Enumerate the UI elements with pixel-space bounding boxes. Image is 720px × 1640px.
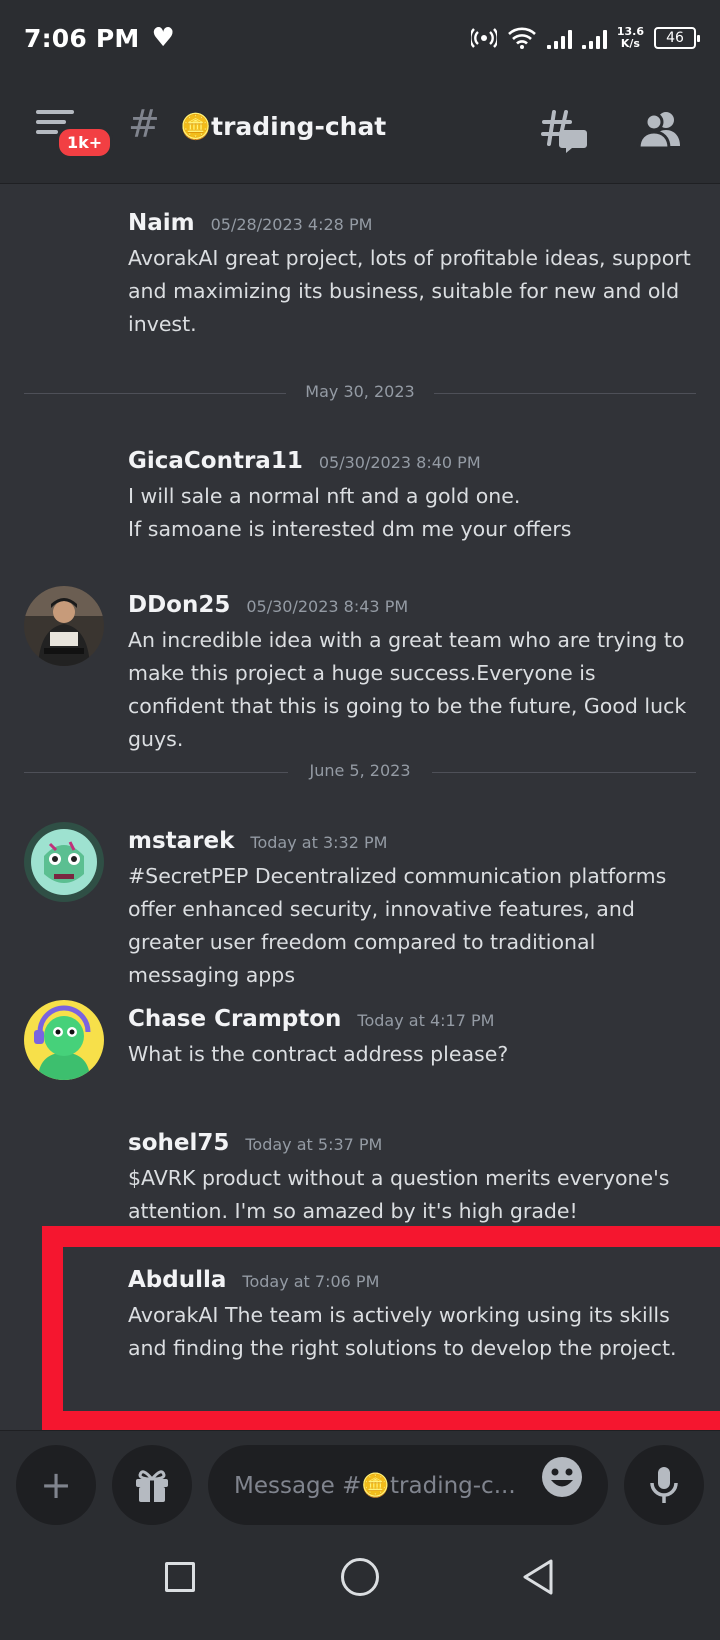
timestamp: 05/30/2023 8:43 PM bbox=[246, 597, 409, 616]
channel-name: trading-chat bbox=[211, 112, 387, 141]
timestamp: 05/28/2023 4:28 PM bbox=[210, 215, 373, 234]
message-header: GicaContra11 05/30/2023 8:40 PM bbox=[128, 448, 481, 474]
home-icon[interactable] bbox=[341, 1558, 379, 1596]
author-name[interactable]: Chase Crampton bbox=[128, 1006, 341, 1032]
message-text: AvorakAI great project, lots of profitab… bbox=[128, 246, 691, 336]
channel-title[interactable]: 🪙trading-chat bbox=[180, 112, 386, 142]
timestamp: Today at 5:37 PM bbox=[245, 1135, 383, 1154]
signal-icon-2 bbox=[581, 27, 607, 49]
message-input-placeholder: Message #🪙trading-c... bbox=[234, 1472, 516, 1499]
message-header: Naim 05/28/2023 4:28 PM bbox=[128, 210, 372, 236]
mic-icon[interactable] bbox=[624, 1445, 704, 1525]
avatar[interactable] bbox=[24, 822, 104, 902]
recents-icon[interactable] bbox=[165, 1562, 195, 1592]
timestamp: 05/30/2023 8:40 PM bbox=[318, 453, 481, 472]
hash-icon: # bbox=[128, 102, 160, 146]
status-bar: 7:06 PM ♥ 13.6 K/s 46 bbox=[0, 0, 720, 76]
message-text: $AVRK product without a question merits … bbox=[128, 1166, 670, 1223]
back-icon[interactable] bbox=[520, 1558, 556, 1596]
author-name[interactable]: Naim bbox=[128, 210, 195, 236]
author-name[interactable]: DDon25 bbox=[128, 592, 230, 618]
members-icon[interactable] bbox=[636, 106, 684, 154]
message-header: Chase Crampton Today at 4:17 PM bbox=[128, 1006, 494, 1032]
hotspot-icon bbox=[470, 28, 497, 48]
channel-emoji: 🪙 bbox=[180, 112, 212, 141]
notification-badge: 1k+ bbox=[56, 126, 114, 159]
battery-icon: 46 bbox=[654, 27, 700, 49]
message-line: If samoane is interested dm me your offe… bbox=[128, 517, 572, 541]
emoji-icon[interactable] bbox=[540, 1455, 584, 1499]
timestamp: Today at 4:17 PM bbox=[357, 1011, 495, 1030]
date-divider-label: May 30, 2023 bbox=[305, 382, 415, 401]
gift-icon[interactable] bbox=[112, 1445, 192, 1525]
message-text: An incredible idea with a great team who… bbox=[128, 628, 687, 751]
date-divider: May 30, 2023 bbox=[24, 378, 696, 408]
message-line: I will sale a normal nft and a gold one. bbox=[128, 484, 521, 508]
message-header: sohel75 Today at 5:37 PM bbox=[128, 1130, 382, 1156]
threads-icon[interactable] bbox=[540, 106, 588, 154]
message-text: #SecretPEP Decentralized communication p… bbox=[128, 864, 667, 987]
timestamp: Today at 3:32 PM bbox=[250, 833, 388, 852]
message-header: mstarek Today at 3:32 PM bbox=[128, 828, 387, 854]
speed-unit: K/s bbox=[620, 37, 640, 50]
system-nav-bar bbox=[0, 1530, 720, 1640]
author-name[interactable]: mstarek bbox=[128, 828, 234, 854]
message-header: DDon25 05/30/2023 8:43 PM bbox=[128, 592, 408, 618]
plus-icon[interactable]: + bbox=[16, 1445, 96, 1525]
wifi-icon bbox=[507, 27, 536, 49]
channel-header: 1k+ # 🪙trading-chat bbox=[0, 76, 720, 184]
message-text: What is the contract address please? bbox=[128, 1042, 509, 1066]
avatar[interactable] bbox=[24, 1000, 104, 1080]
message-composer: + Message #🪙trading-c... bbox=[0, 1430, 720, 1530]
network-speed: 13.6 K/s bbox=[617, 26, 644, 50]
battery-level: 46 bbox=[666, 30, 684, 46]
clock: 7:06 PM bbox=[24, 23, 140, 53]
author-name[interactable]: GicaContra11 bbox=[128, 448, 303, 474]
message-text: I will sale a normal nft and a gold one.… bbox=[128, 480, 698, 546]
date-divider-label: June 5, 2023 bbox=[309, 761, 411, 780]
signal-icon bbox=[546, 27, 572, 49]
author-name[interactable]: sohel75 bbox=[128, 1130, 229, 1156]
heart-icon: ♥ bbox=[151, 23, 175, 53]
date-divider: June 5, 2023 bbox=[24, 757, 696, 787]
status-icons: 13.6 K/s 46 bbox=[470, 26, 700, 50]
avatar[interactable] bbox=[24, 586, 104, 666]
highlight-box bbox=[42, 1226, 720, 1432]
